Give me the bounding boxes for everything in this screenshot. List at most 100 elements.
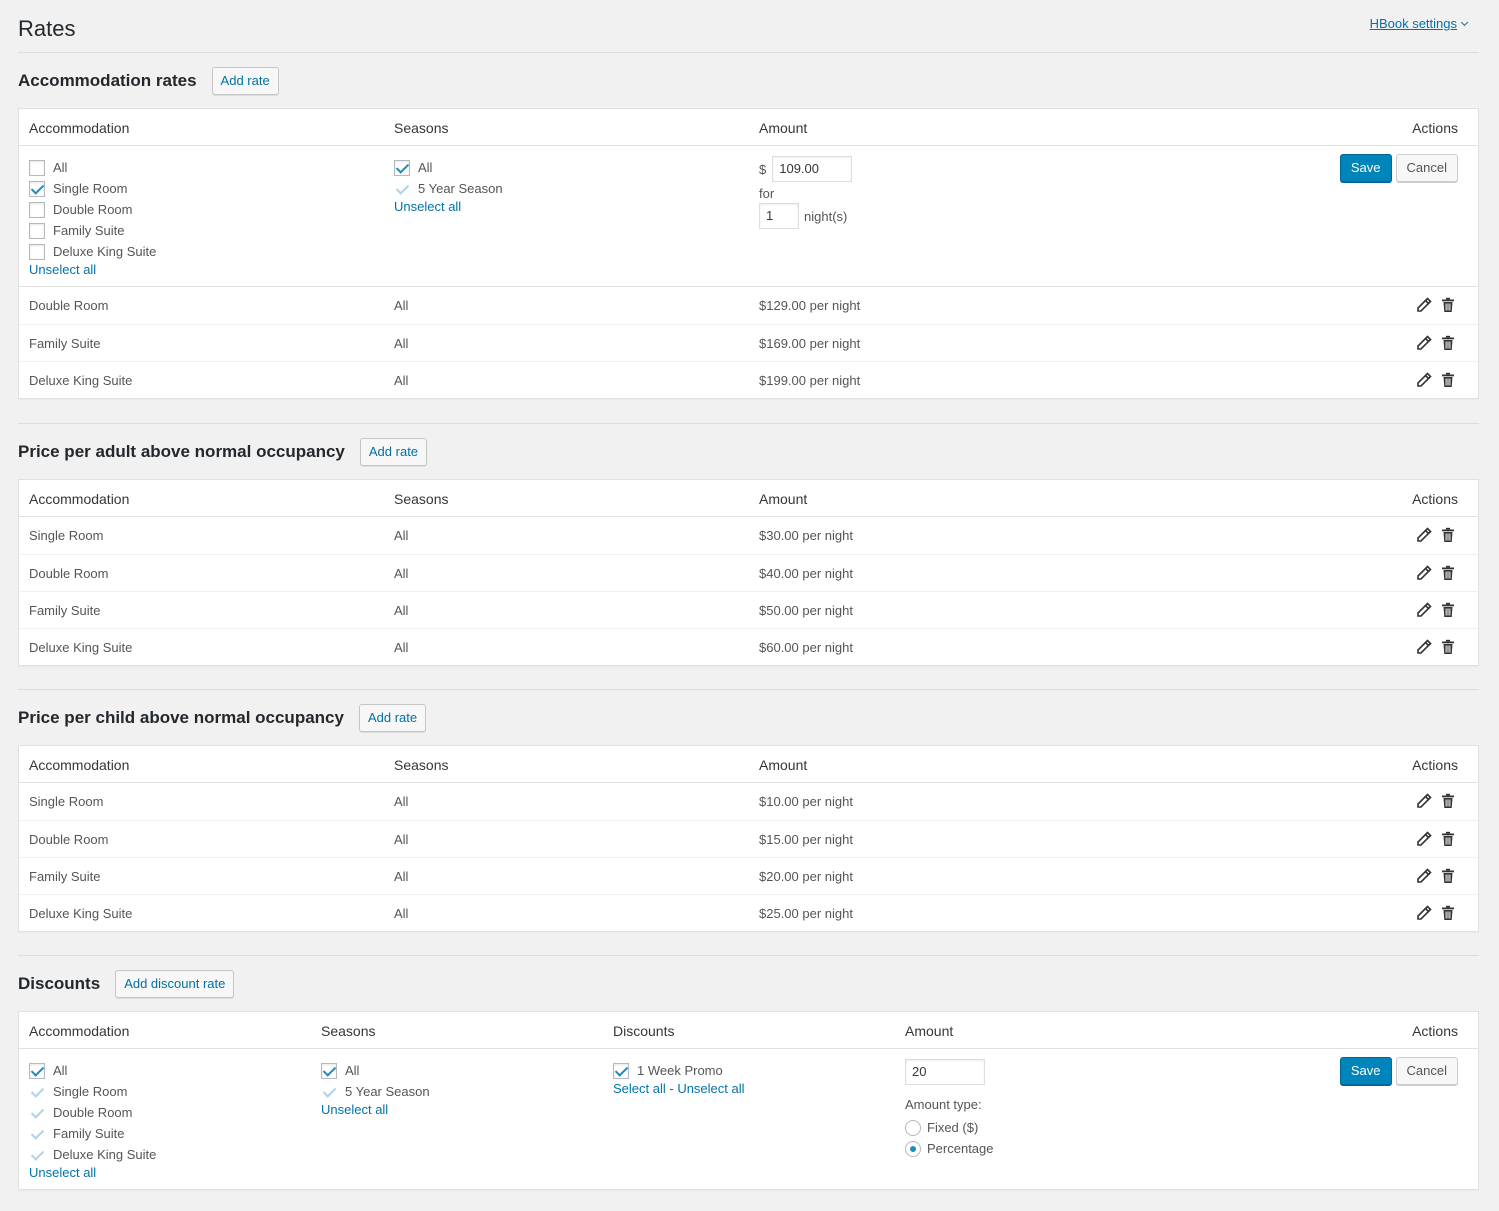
- accommodation-rates-title: Accommodation rates: [18, 71, 197, 90]
- checkbox-item[interactable]: All: [394, 157, 503, 178]
- save-button[interactable]: Save: [1339, 1057, 1392, 1085]
- seasons-checklist: All 5 Year Season Unselect all: [394, 157, 503, 214]
- radio-label: Percentage: [927, 1141, 994, 1156]
- pencil-icon[interactable]: [1416, 297, 1432, 313]
- checkbox[interactable]: [29, 1105, 45, 1121]
- checkbox-item[interactable]: 5 Year Season: [394, 178, 503, 199]
- pencil-icon[interactable]: [1416, 831, 1432, 847]
- table-row: Double Room All $15.00 per night: [19, 820, 1478, 857]
- col-amount: Amount: [759, 120, 808, 136]
- col-discounts: Discounts: [613, 1023, 675, 1039]
- table-header: Accommodation Seasons Amount Actions: [19, 109, 1478, 146]
- amount-input[interactable]: 109.00: [772, 156, 853, 182]
- radio-button[interactable]: [905, 1119, 921, 1136]
- add-adult-rate-button[interactable]: Add rate: [359, 438, 428, 466]
- trash-icon[interactable]: [1440, 527, 1456, 543]
- checkbox[interactable]: [29, 201, 45, 218]
- trash-icon[interactable]: [1440, 905, 1456, 921]
- pencil-icon[interactable]: [1416, 639, 1432, 655]
- checkbox[interactable]: [29, 222, 45, 239]
- checkbox[interactable]: [29, 180, 45, 197]
- checkbox-item[interactable]: Single Room: [29, 1081, 156, 1102]
- row-actions: [1416, 793, 1456, 809]
- cancel-button[interactable]: Cancel: [1395, 154, 1458, 182]
- unselect-all-link[interactable]: Unselect all: [29, 262, 96, 277]
- trash-icon[interactable]: [1440, 831, 1456, 847]
- checkbox[interactable]: [29, 1062, 45, 1079]
- unselect-all-link[interactable]: Unselect all: [677, 1081, 744, 1096]
- table-row: Deluxe King Suite All $25.00 per night: [19, 894, 1478, 931]
- pencil-icon[interactable]: [1416, 905, 1432, 921]
- row-actions: [1416, 602, 1456, 618]
- select-all-link[interactable]: Select all: [613, 1081, 666, 1096]
- pencil-icon[interactable]: [1416, 565, 1432, 581]
- checkbox[interactable]: [29, 159, 45, 176]
- row-actions: [1416, 868, 1456, 884]
- pencil-icon[interactable]: [1416, 793, 1432, 809]
- checkbox-item[interactable]: Double Room: [29, 199, 156, 220]
- checkbox-item[interactable]: All: [29, 157, 156, 178]
- checkbox[interactable]: [29, 1084, 45, 1100]
- trash-icon[interactable]: [1440, 565, 1456, 581]
- checkbox[interactable]: [29, 1147, 45, 1163]
- col-seasons: Seasons: [394, 120, 449, 136]
- cell-seasons: All: [394, 603, 409, 618]
- trash-icon[interactable]: [1440, 868, 1456, 884]
- nights-input[interactable]: 1: [759, 203, 799, 229]
- checkbox-item[interactable]: All: [29, 1060, 156, 1081]
- checkbox-item[interactable]: 1 Week Promo: [613, 1060, 745, 1081]
- checkbox[interactable]: [613, 1062, 629, 1079]
- col-accommodation: Accommodation: [29, 1023, 130, 1039]
- amount-editor: $ 109.00 for 1 night(s): [759, 156, 853, 229]
- trash-icon[interactable]: [1440, 793, 1456, 809]
- col-amount: Amount: [905, 1023, 954, 1039]
- checkbox-item[interactable]: All: [321, 1060, 430, 1081]
- trash-icon[interactable]: [1440, 297, 1456, 313]
- col-accommodation: Accommodation: [29, 757, 130, 773]
- save-button[interactable]: Save: [1339, 154, 1392, 182]
- checkbox[interactable]: [29, 243, 45, 260]
- trash-icon[interactable]: [1440, 639, 1456, 655]
- trash-icon[interactable]: [1440, 335, 1456, 351]
- hbook-settings-link[interactable]: HBook settings: [1370, 16, 1469, 31]
- divider: [18, 689, 1479, 690]
- unselect-all-link[interactable]: Unselect all: [321, 1102, 388, 1117]
- checkbox-item[interactable]: Family Suite: [29, 220, 156, 241]
- trash-icon[interactable]: [1440, 372, 1456, 388]
- cancel-button[interactable]: Cancel: [1395, 1057, 1458, 1085]
- checkbox[interactable]: [394, 159, 410, 176]
- seasons-checklist: All 5 Year Season Unselect all: [321, 1060, 430, 1117]
- pencil-icon[interactable]: [1416, 868, 1432, 884]
- col-actions: Actions: [1412, 1023, 1458, 1039]
- radio-button[interactable]: [905, 1140, 921, 1157]
- radio-item[interactable]: Percentage: [905, 1138, 994, 1159]
- radio-item[interactable]: Fixed ($): [905, 1117, 994, 1138]
- checkbox-item[interactable]: Single Room: [29, 178, 156, 199]
- checkbox-item[interactable]: Family Suite: [29, 1123, 156, 1144]
- cell-seasons: All: [394, 336, 409, 351]
- add-accommodation-rate-button[interactable]: Add rate: [211, 67, 279, 95]
- add-discount-rate-button[interactable]: Add discount rate: [115, 970, 235, 998]
- pencil-icon[interactable]: [1416, 372, 1432, 388]
- unselect-all-link[interactable]: Unselect all: [394, 199, 461, 214]
- cell-amount: $25.00 per night: [759, 906, 853, 921]
- cell-amount: $30.00 per night: [759, 528, 853, 543]
- checkbox[interactable]: [394, 181, 410, 197]
- unselect-all-link[interactable]: Unselect all: [29, 1165, 96, 1180]
- checkbox[interactable]: [29, 1126, 45, 1142]
- pencil-icon[interactable]: [1416, 335, 1432, 351]
- checkbox-item[interactable]: Double Room: [29, 1102, 156, 1123]
- cell-amount: $15.00 per night: [759, 832, 853, 847]
- add-child-rate-button[interactable]: Add rate: [358, 704, 427, 732]
- checkbox-item[interactable]: Deluxe King Suite: [29, 241, 156, 262]
- checkbox[interactable]: [321, 1062, 337, 1079]
- trash-icon[interactable]: [1440, 602, 1456, 618]
- checkbox[interactable]: [321, 1084, 337, 1100]
- cell-amount: $40.00 per night: [759, 566, 853, 581]
- pencil-icon[interactable]: [1416, 602, 1432, 618]
- checkbox-item[interactable]: Deluxe King Suite: [29, 1144, 156, 1165]
- col-actions: Actions: [1412, 757, 1458, 773]
- pencil-icon[interactable]: [1416, 527, 1432, 543]
- checkbox-item[interactable]: 5 Year Season: [321, 1081, 430, 1102]
- discount-amount-input[interactable]: 20: [905, 1059, 985, 1085]
